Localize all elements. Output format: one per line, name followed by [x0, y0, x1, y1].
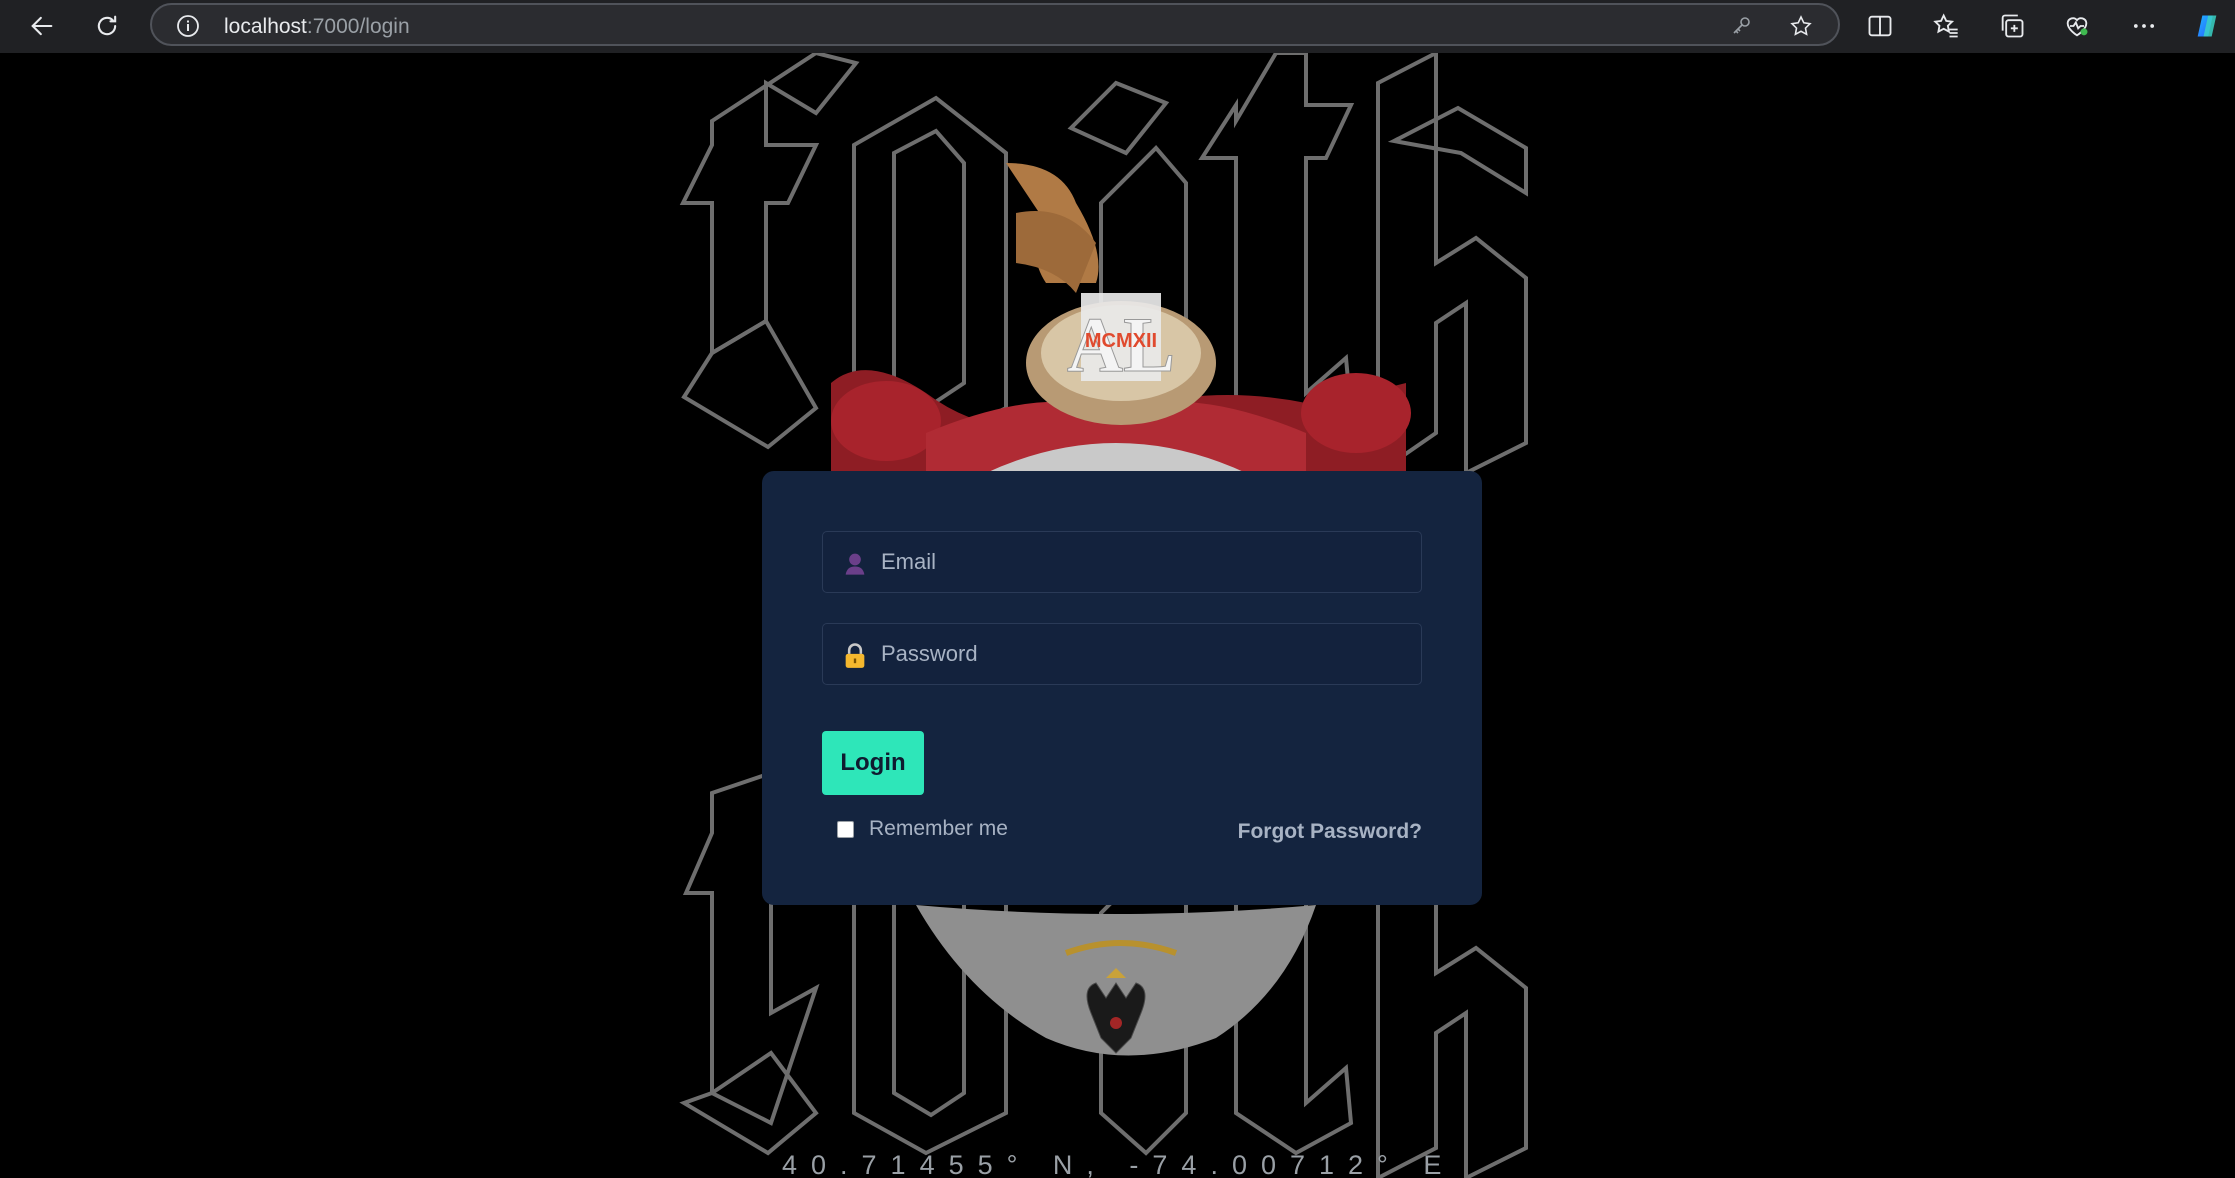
browser-toolbar: localhost:7000/login: [0, 0, 2235, 53]
favorites-icon[interactable]: [1928, 8, 1964, 44]
coordinates-text: 40.71455° N, -74.00712° E: [782, 1150, 1456, 1178]
remember-me-label: Remember me: [869, 817, 1008, 840]
collections-icon[interactable]: [1994, 8, 2030, 44]
remember-me-checkbox[interactable]: Remember me: [822, 817, 1008, 841]
login-button[interactable]: Login: [822, 731, 924, 795]
forgot-password-link[interactable]: Forgot Password?: [1238, 820, 1422, 844]
browser-essentials-icon[interactable]: [2059, 8, 2095, 44]
key-icon[interactable]: [1730, 14, 1754, 38]
site-info-icon[interactable]: [176, 14, 200, 38]
copilot-icon[interactable]: [2189, 8, 2225, 44]
crest-year: MCMXII: [1085, 330, 1157, 352]
user-icon: [845, 553, 865, 575]
url-text[interactable]: localhost:7000/login: [224, 15, 410, 39]
checkbox-box[interactable]: [837, 820, 854, 838]
login-card: Login Remember me Forgot Password?: [762, 471, 1482, 905]
lock-icon: [845, 643, 865, 668]
email-field[interactable]: [822, 531, 1422, 593]
password-input[interactable]: [881, 624, 1411, 684]
more-icon[interactable]: [2126, 8, 2162, 44]
split-screen-icon[interactable]: [1862, 8, 1898, 44]
email-input[interactable]: [881, 532, 1411, 592]
reload-icon[interactable]: [87, 6, 127, 46]
login-page: AL MCMXII 40.71455° N, -74.00712° E Emai…: [6, 53, 2235, 1178]
back-icon[interactable]: [22, 6, 62, 46]
password-field[interactable]: [822, 623, 1422, 685]
star-icon[interactable]: [1789, 14, 1813, 38]
address-bar[interactable]: localhost:7000/login: [150, 3, 1840, 46]
